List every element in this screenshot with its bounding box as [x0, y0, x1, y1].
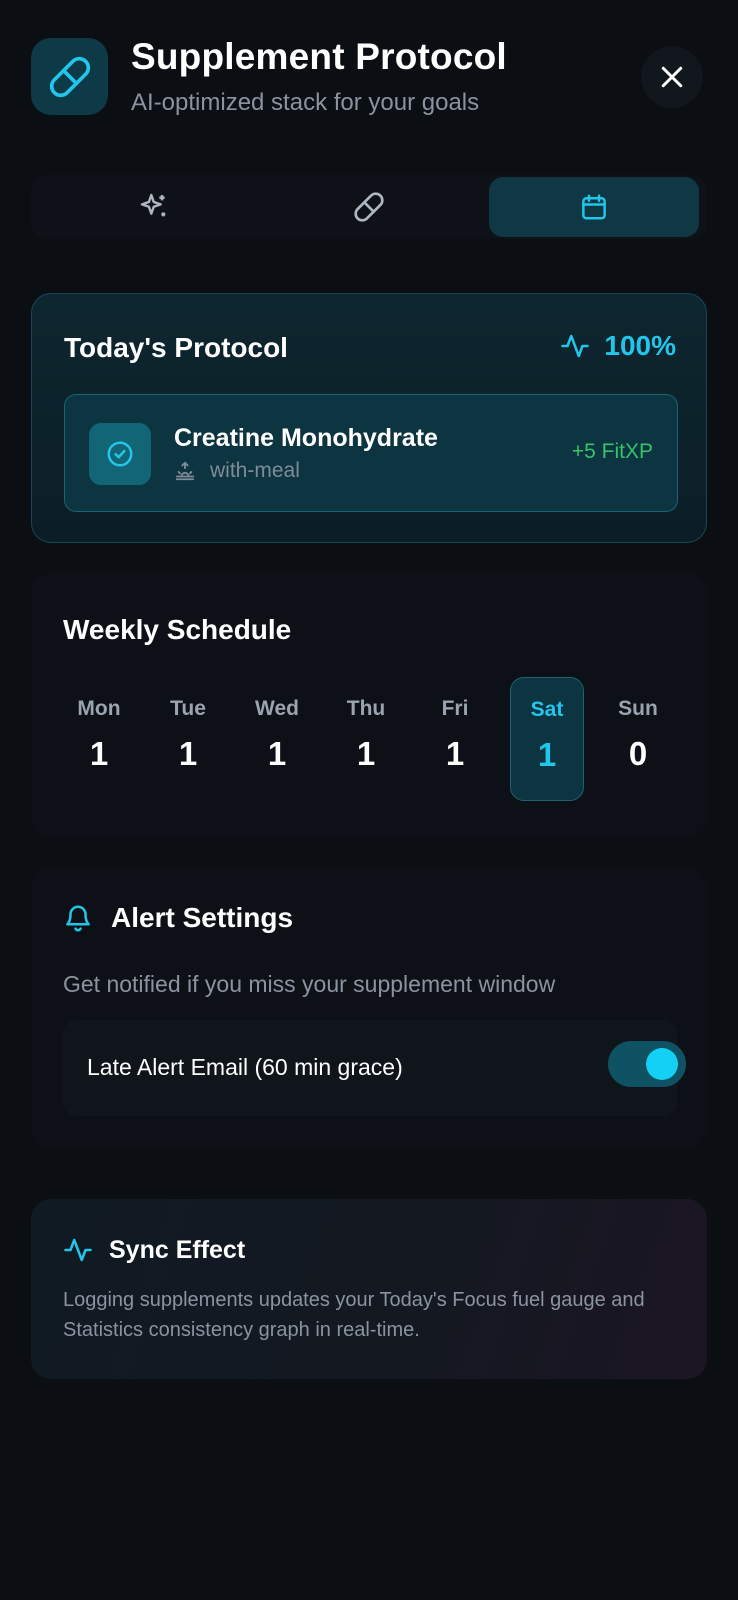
pill-icon [31, 38, 108, 115]
day-thu[interactable]: Thu 1 [329, 677, 403, 801]
weekly-schedule-title: Weekly Schedule [63, 614, 292, 645]
close-button[interactable] [641, 46, 703, 108]
late-alert-toggle[interactable] [608, 1041, 686, 1087]
sync-effect-card: Sync Effect Logging supplements updates … [31, 1199, 707, 1379]
supplement-timing: with-meal [174, 459, 300, 483]
activity-icon [561, 334, 590, 358]
day-fri[interactable]: Fri 1 [418, 677, 492, 801]
supplement-timing-label: with-meal [210, 459, 300, 482]
day-name: Fri [441, 697, 469, 720]
alert-settings-header: Alert Settings [63, 902, 293, 934]
day-count: 1 [445, 735, 465, 772]
day-name: Tue [170, 697, 206, 720]
supplement-reward: +5 FitXP [571, 440, 653, 463]
day-count: 1 [178, 735, 198, 772]
alert-settings-card: Alert Settings Get notified if you miss … [31, 868, 707, 1148]
day-count: 1 [89, 735, 109, 772]
supplement-name: Creatine Monohydrate [174, 424, 438, 452]
day-wed[interactable]: Wed 1 [240, 677, 314, 801]
day-name: Thu [346, 697, 386, 720]
calendar-icon [582, 194, 606, 220]
tab-schedule[interactable] [489, 177, 699, 237]
sync-effect-text: Logging supplements updates your Today's… [63, 1289, 645, 1341]
page-subtitle: AI-optimized stack for your goals [131, 89, 480, 116]
day-mon[interactable]: Mon 1 [62, 677, 136, 801]
pill-icon [354, 192, 384, 222]
late-alert-row: Late Alert Email (60 min grace) [63, 1020, 686, 1116]
day-tue[interactable]: Tue 1 [151, 677, 225, 801]
alert-settings-title: Alert Settings [111, 902, 294, 933]
alert-settings-description: Get notified if you miss your supplement… [63, 971, 556, 997]
day-count: 1 [537, 736, 557, 773]
sparkles-icon [140, 193, 166, 217]
day-count: 1 [356, 735, 376, 772]
sync-effect-title: Sync Effect [109, 1235, 246, 1264]
toggle-knob [646, 1048, 678, 1080]
todays-protocol-card: Today's Protocol 100% Creatine Monohydra… [31, 293, 707, 543]
sunrise-icon [175, 461, 195, 481]
day-sun[interactable]: Sun 0 [601, 677, 675, 801]
bell-icon [66, 905, 90, 932]
todays-protocol-title: Today's Protocol [64, 332, 288, 363]
protocol-progress: 100% [560, 330, 676, 362]
supplement-item[interactable]: Creatine Monohydrate with-meal +5 FitXP [64, 394, 678, 512]
day-count: 1 [267, 735, 287, 772]
day-sat[interactable]: Sat 1 [510, 677, 584, 801]
day-count: 0 [628, 735, 648, 772]
weekly-schedule-card: Weekly Schedule Mon 1 Tue 1 Wed 1 Thu 1 … [31, 573, 707, 838]
close-icon [661, 66, 683, 88]
supplement-protocol-screen: Supplement Protocol AI-optimized stack f… [0, 0, 738, 1600]
page-title: Supplement Protocol [131, 36, 507, 77]
day-name: Sat [530, 698, 564, 721]
check-circle-icon [107, 441, 133, 467]
activity-icon [64, 1238, 92, 1262]
day-name: Sun [618, 697, 658, 720]
sync-effect-header: Sync Effect [63, 1235, 245, 1265]
tab-bar [31, 175, 707, 239]
day-name: Mon [77, 697, 121, 720]
completed-checkbox[interactable] [89, 423, 151, 485]
tab-ai-insights[interactable] [49, 177, 259, 237]
tab-supplements[interactable] [264, 177, 474, 237]
day-name: Wed [255, 697, 299, 720]
progress-value: 100% [604, 330, 676, 361]
late-alert-label: Late Alert Email (60 min grace) [87, 1054, 403, 1080]
